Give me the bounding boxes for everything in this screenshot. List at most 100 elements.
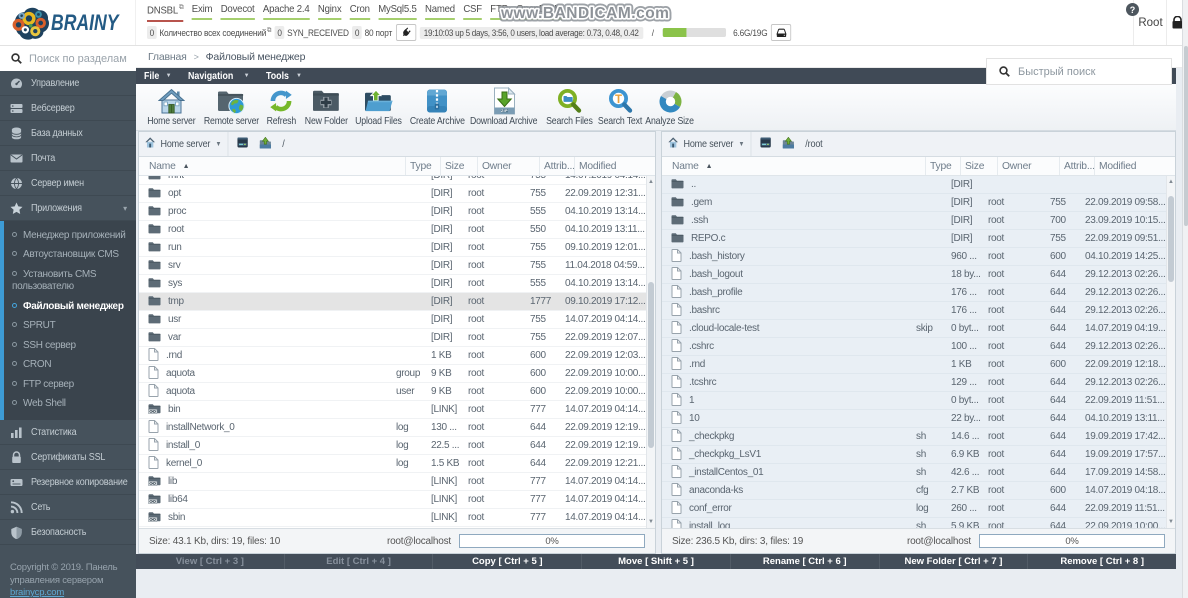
service-link-dnsbl[interactable]: DNSBL⧉ bbox=[147, 2, 183, 21]
file-row[interactable]: lib[LINK]root77714.07.2019 04:14... bbox=[139, 473, 646, 491]
action-view[interactable]: View [ Ctrl + 3 ] bbox=[136, 554, 284, 569]
file-row[interactable]: aquotauser9 KBroot60022.09.2019 10:00... bbox=[139, 383, 646, 401]
brainy-logo[interactable]: BRAINY bbox=[0, 0, 136, 45]
file-row[interactable]: bin[LINK]root77714.07.2019 04:14... bbox=[139, 401, 646, 419]
file-row[interactable]: tmp[DIR]root177709.10.2019 17:12... bbox=[139, 293, 646, 311]
action-new[interactable]: New Folder [ Ctrl + 7 ] bbox=[879, 554, 1028, 569]
scroll-up-icon[interactable]: ▲ bbox=[647, 177, 655, 187]
toolbar-analyze-size[interactable]: Analyze Size bbox=[640, 84, 700, 130]
column-header-type[interactable]: Type bbox=[925, 157, 960, 175]
user-menu[interactable]: Root bbox=[1134, 0, 1167, 45]
file-row[interactable]: install_logsh5.9 KBroot64422.09.2019 10:… bbox=[662, 518, 1166, 528]
file-row[interactable]: 10 byt...root64422.09.2019 11:51... bbox=[662, 392, 1166, 410]
service-link-ftp[interactable]: FTP bbox=[490, 4, 508, 20]
file-row[interactable]: root[DIR]root55004.10.2019 13:11... bbox=[139, 221, 646, 239]
toolbar-home-server[interactable]: Home server bbox=[142, 84, 200, 130]
sidebar-subitem[interactable]: CRON bbox=[4, 356, 136, 376]
sidebar-subitem[interactable]: Web Shell bbox=[4, 395, 136, 415]
drive-icon[interactable] bbox=[237, 137, 248, 151]
action-remove[interactable]: Remove [ Ctrl + 8 ] bbox=[1027, 554, 1176, 569]
toolbar-search-files[interactable]: Search Files bbox=[538, 84, 600, 130]
file-row[interactable]: opt[DIR]root75522.09.2019 12:31... bbox=[139, 185, 646, 203]
sidebar-item-7[interactable]: Сертификаты SSL bbox=[0, 445, 136, 470]
file-row[interactable]: proc[DIR]root55504.10.2019 13:14... bbox=[139, 203, 646, 221]
sidebar-item-8[interactable]: Резервное копирование bbox=[0, 470, 136, 495]
service-link-csf[interactable]: CSF bbox=[463, 4, 482, 20]
column-header-name[interactable]: Name▲ bbox=[139, 157, 405, 175]
file-row[interactable]: .bash_profile176 ...root64429.12.2013 02… bbox=[662, 284, 1166, 302]
file-row[interactable]: _installCentos_01sh42.6 ...root64417.09.… bbox=[662, 464, 1166, 482]
toolbar-search-text[interactable]: TSearch Text bbox=[600, 84, 640, 130]
server-selector[interactable]: Home server bbox=[683, 138, 733, 150]
file-row[interactable]: .cloud-locale-testskip0 byt...root64414.… bbox=[662, 320, 1166, 338]
sidebar-item-5[interactable]: Приложения▾ bbox=[0, 196, 136, 221]
file-row[interactable]: .ssh[DIR]root70023.09.2019 10:15... bbox=[662, 212, 1166, 230]
sidebar-item-9[interactable]: Сеть bbox=[0, 495, 136, 520]
browser-scrollbar-thumb[interactable] bbox=[1184, 46, 1188, 226]
file-row[interactable]: ..[DIR] bbox=[662, 176, 1166, 194]
folder-up-icon[interactable] bbox=[259, 137, 271, 152]
toolbar-refresh[interactable]: Refresh bbox=[262, 84, 300, 130]
sidebar-item-10[interactable]: Безопасность bbox=[0, 520, 136, 545]
service-link-cron[interactable]: Cron bbox=[350, 4, 370, 20]
sidebar-subitem-active[interactable]: Файловый менеджер bbox=[4, 297, 136, 317]
brainycp-link[interactable]: brainycp.com bbox=[10, 587, 64, 598]
menu-file[interactable]: File▼ bbox=[136, 68, 180, 84]
column-header-modified[interactable]: Modified bbox=[1094, 157, 1175, 175]
scrollbar-thumb[interactable] bbox=[1168, 196, 1174, 282]
action-rename[interactable]: Rename [ Ctrl + 6 ] bbox=[730, 554, 879, 569]
file-row[interactable]: kernel_0log1.5 KBroot64422.09.2019 12:21… bbox=[139, 455, 646, 473]
file-row[interactable]: .rnd1 KBroot60022.09.2019 12:18... bbox=[662, 356, 1166, 374]
file-row[interactable]: 1022 by...root64404.10.2019 13:11... bbox=[662, 410, 1166, 428]
file-row[interactable]: installNetwork_0log130 ...root64422.09.2… bbox=[139, 419, 646, 437]
file-row[interactable]: conf_errorlog260 ...root64422.09.2019 11… bbox=[662, 500, 1166, 518]
toolbar-download-archive[interactable]: ZIPDownload Archive bbox=[470, 84, 538, 130]
column-header-size[interactable]: Size bbox=[960, 157, 997, 175]
sidebar-subitem[interactable]: FTP сервер bbox=[4, 375, 136, 395]
sidebar-item-6[interactable]: Статистика bbox=[0, 420, 136, 445]
toolbar-create-archive[interactable]: Create Archive bbox=[404, 84, 470, 130]
scroll-up-icon[interactable]: ▲ bbox=[1167, 177, 1175, 187]
server-selector[interactable]: Home server bbox=[160, 138, 210, 150]
sidebar-subitem[interactable]: Установить CMS пользователю bbox=[4, 265, 136, 297]
port-check-button[interactable] bbox=[396, 24, 416, 41]
sidebar-item-4[interactable]: Сервер имен bbox=[0, 171, 136, 196]
service-link-opendkim[interactable]: OpenDKIM bbox=[516, 4, 562, 20]
file-row[interactable]: .gem[DIR]root75522.09.2019 09:58... bbox=[662, 194, 1166, 212]
file-row[interactable]: .bash_logout18 by...root64429.12.2013 02… bbox=[662, 266, 1166, 284]
column-header-owner[interactable]: Owner bbox=[997, 157, 1059, 175]
file-row[interactable]: _checkpkgsh14.6 ...root64419.09.2019 17:… bbox=[662, 428, 1166, 446]
toolbar-new-folder[interactable]: New Folder bbox=[300, 84, 352, 130]
sidebar-subitem[interactable]: Менеджер приложений bbox=[4, 226, 136, 246]
sidebar-subitem[interactable]: SSH сервер bbox=[4, 336, 136, 356]
scrollbar-thumb[interactable] bbox=[648, 282, 654, 448]
file-row[interactable]: .cshrc100 ...root64429.12.2013 02:26... bbox=[662, 338, 1166, 356]
file-row[interactable]: .rnd1 KBroot60022.09.2019 12:03... bbox=[139, 347, 646, 365]
file-row[interactable]: run[DIR]root75509.10.2019 12:01... bbox=[139, 239, 646, 257]
action-copy[interactable]: Copy [ Ctrl + 5 ] bbox=[432, 554, 581, 569]
sidebar-subitem[interactable]: SPRUT bbox=[4, 317, 136, 337]
breadcrumb-home[interactable]: Главная bbox=[148, 51, 187, 63]
column-header-attrib[interactable]: Attrib... bbox=[539, 157, 574, 175]
sidebar-search[interactable]: Поиск по разделам bbox=[0, 46, 136, 71]
menu-tools[interactable]: Tools▼ bbox=[258, 68, 310, 84]
service-link-mysql5-5[interactable]: MySql5.5 bbox=[378, 4, 416, 20]
column-header-attrib[interactable]: Attrib... bbox=[1059, 157, 1094, 175]
panel-scrollbar[interactable]: ▲▼ bbox=[1166, 176, 1175, 528]
sidebar-item-2[interactable]: База данных bbox=[0, 121, 136, 146]
file-row[interactable]: _checkpkg_LsV1sh6.9 KBroot64419.09.2019 … bbox=[662, 446, 1166, 464]
scroll-down-icon[interactable]: ▼ bbox=[1167, 517, 1175, 527]
file-row[interactable]: install_0log22.5 ...root64422.09.2019 12… bbox=[139, 437, 646, 455]
file-row[interactable]: srv[DIR]root75511.04.2018 04:59... bbox=[139, 257, 646, 275]
disk-details-button[interactable] bbox=[771, 24, 791, 41]
service-link-nginx[interactable]: Nginx bbox=[318, 4, 342, 20]
current-path[interactable]: / bbox=[282, 138, 284, 150]
column-header-name[interactable]: Name▲ bbox=[662, 157, 925, 175]
file-row[interactable]: var[DIR]root75522.09.2019 12:07... bbox=[139, 329, 646, 347]
quick-search[interactable]: Быстрый поиск bbox=[986, 58, 1172, 85]
drive-icon[interactable] bbox=[760, 137, 771, 151]
panel-scrollbar[interactable]: ▲▼ bbox=[646, 176, 655, 528]
toolbar-upload-files[interactable]: Upload Files bbox=[352, 84, 404, 130]
sidebar-item-3[interactable]: Почта bbox=[0, 146, 136, 171]
column-header-size[interactable]: Size bbox=[440, 157, 477, 175]
